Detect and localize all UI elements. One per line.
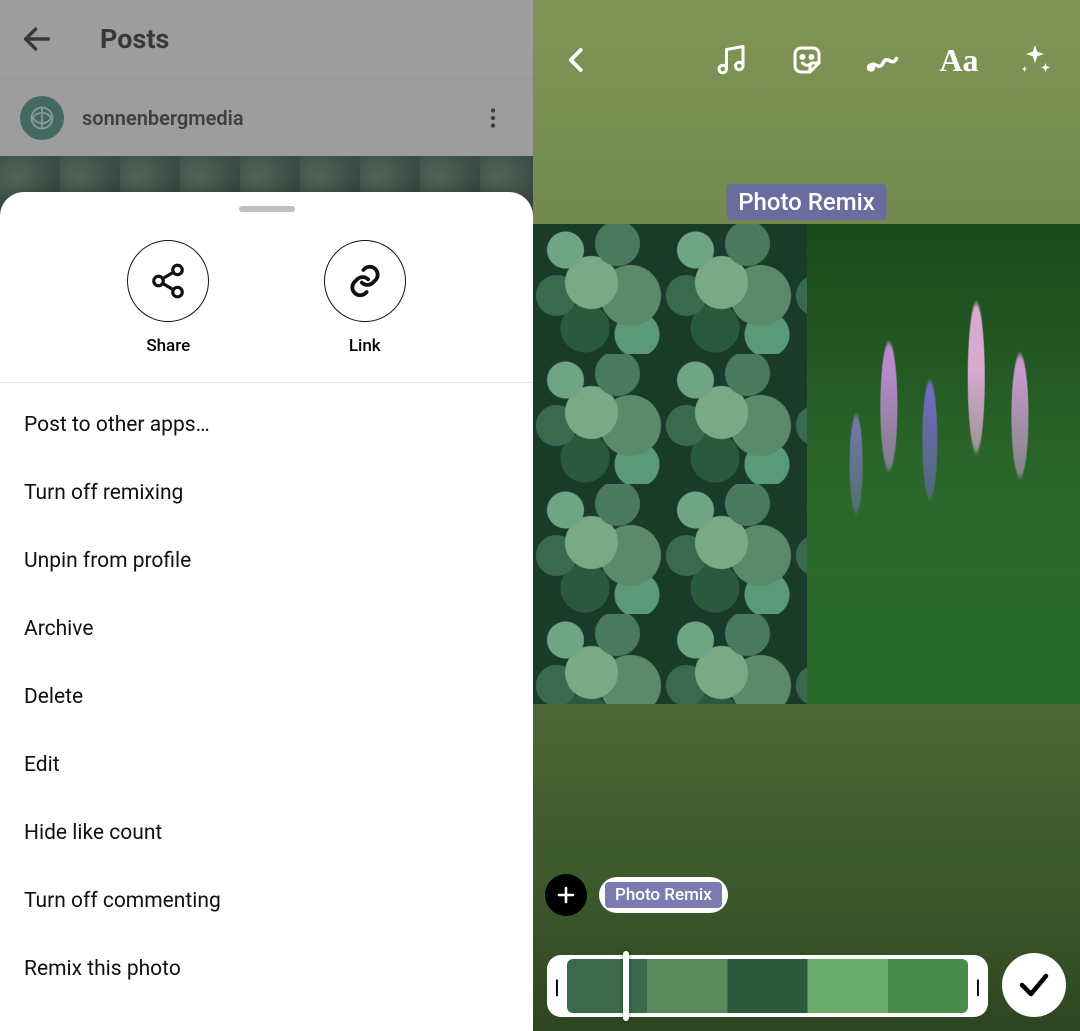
collage-right-image [807,224,1080,704]
link-icon [324,240,406,322]
story-toolbar: Aa [533,28,1080,92]
page-title: Posts [100,23,169,55]
photo-remix-chip-label: Photo Remix [605,882,722,908]
scribble-icon[interactable] [860,37,906,83]
story-tool-icons: Aa [708,37,1058,83]
trim-handle-left[interactable]: ❘ [551,963,563,1009]
sheet-options-list: Post to other apps… Turn off remixing Un… [0,383,533,1011]
photo-remix-badge[interactable]: Photo Remix [726,184,887,220]
sheet-action-row: Share Link [0,220,533,383]
back-arrow-icon[interactable] [20,22,60,56]
option-delete[interactable]: Delete [0,663,533,731]
option-turn-off-remixing[interactable]: Turn off remixing [0,459,533,527]
story-back-icon[interactable] [555,38,599,82]
option-archive[interactable]: Archive [0,595,533,663]
done-button[interactable] [1002,953,1066,1017]
posts-header: Posts [0,0,533,78]
posts-screen: Posts sonnenbergmedia Share Link [0,0,533,1031]
sparkle-icon[interactable] [1012,37,1058,83]
share-label: Share [146,336,190,356]
clip-chip-row: Photo Remix [545,874,728,916]
link-action[interactable]: Link [324,240,406,356]
sticker-icon[interactable] [784,37,830,83]
avatar[interactable] [20,96,64,140]
post-username[interactable]: sonnenbergmedia [82,106,244,130]
sheet-grabber[interactable] [239,206,295,212]
timeline-thumbnails[interactable] [567,959,968,1013]
timeline-playhead[interactable] [623,951,629,1021]
options-bottom-sheet: Share Link Post to other apps… Turn off … [0,192,533,1031]
music-icon[interactable] [708,37,754,83]
link-label: Link [349,336,381,356]
timeline-trim-bar[interactable]: ❘ ❘ [547,955,988,1017]
option-post-other-apps[interactable]: Post to other apps… [0,391,533,459]
share-action[interactable]: Share [127,240,209,356]
share-icon [127,240,209,322]
option-unpin-from-profile[interactable]: Unpin from profile [0,527,533,595]
collage-left-image [533,224,807,704]
option-turn-off-commenting[interactable]: Turn off commenting [0,867,533,935]
text-tool-icon[interactable]: Aa [936,37,982,83]
story-editor-screen: Aa Photo Remix Photo Remix ❘ ❘ [533,0,1080,1031]
add-clip-button[interactable] [545,874,587,916]
remix-collage[interactable] [533,224,1080,704]
post-header: sonnenbergmedia [0,78,533,156]
option-hide-like-count[interactable]: Hide like count [0,799,533,867]
trim-handle-right[interactable]: ❘ [972,963,984,1009]
option-remix-this-photo[interactable]: Remix this photo [0,935,533,1003]
more-options-icon[interactable] [473,98,513,138]
option-edit[interactable]: Edit [0,731,533,799]
photo-remix-chip[interactable]: Photo Remix [599,877,728,913]
